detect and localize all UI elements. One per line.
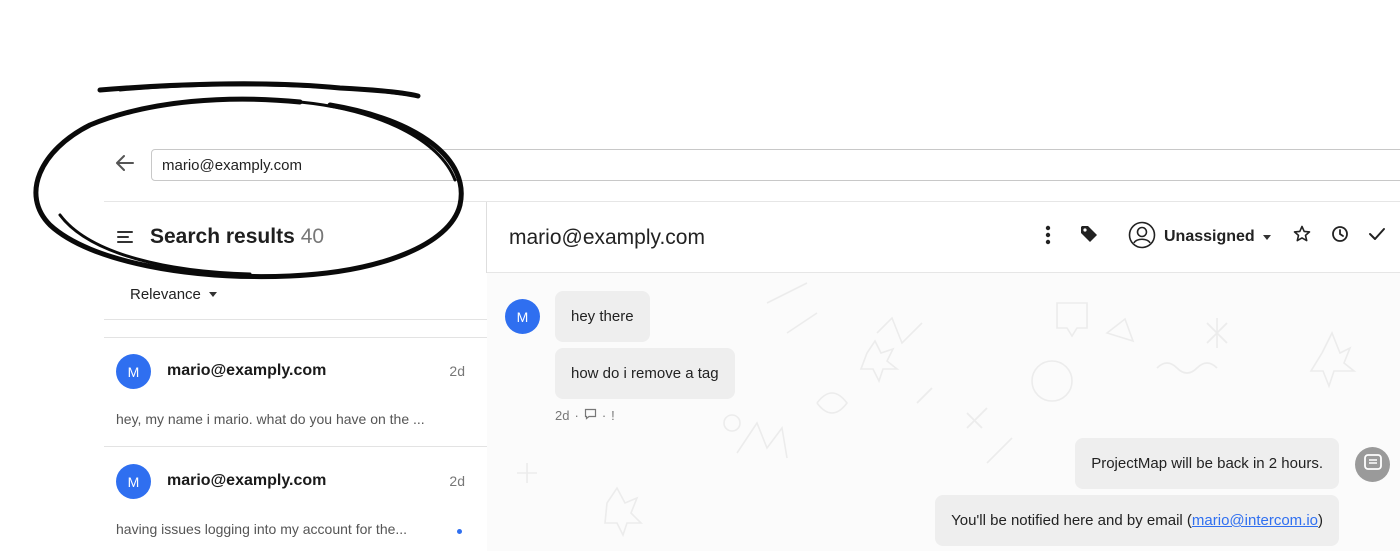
arrow-left-icon (114, 152, 136, 179)
chevron-down-icon (208, 292, 217, 297)
message-bubble-incoming: how do i remove a tag (555, 348, 735, 399)
bot-message-prefix: You'll be notified here and by email ( (951, 512, 1192, 529)
assignee-dropdown[interactable]: Unassigned (1128, 221, 1271, 254)
back-button[interactable] (110, 150, 140, 180)
message-meta: 2d · · ! (555, 408, 615, 423)
search-results-label: Search results (150, 225, 295, 248)
separator-dot: · (601, 408, 607, 423)
snooze-button[interactable] (1330, 225, 1350, 248)
conversation-list-item[interactable]: M mario@examply.com 2d hey, my name i ma… (104, 337, 488, 446)
chat-bot-icon (1363, 452, 1383, 477)
message-flag: ! (611, 408, 615, 423)
message-time: 2d (555, 408, 570, 423)
sort-label: Relevance (130, 286, 201, 303)
tag-button[interactable] (1078, 224, 1100, 248)
star-icon (1293, 225, 1311, 248)
conversation-preview: hey, my name i mario. what do you have o… (116, 411, 425, 427)
message-bubble-bot: ProjectMap will be back in 2 hours. (1075, 438, 1339, 489)
clock-icon (1331, 225, 1349, 248)
conversation-list-item[interactable]: M mario@examply.com 2d having issues log… (104, 447, 488, 556)
search-input[interactable] (151, 149, 1400, 181)
vertical-dots-icon (1045, 225, 1051, 250)
conversation-title: mario@examply.com (509, 226, 705, 249)
bot-message-suffix: ) (1318, 512, 1323, 529)
checkmark-icon (1368, 226, 1386, 247)
divider (104, 319, 488, 320)
unread-dot (457, 529, 462, 534)
avatar: M (116, 464, 151, 499)
conversation-time: 2d (449, 473, 465, 489)
sort-dropdown[interactable]: Relevance (130, 286, 217, 303)
user-circle-icon (1128, 221, 1156, 254)
user-avatar: M (505, 299, 540, 334)
hamburger-menu-icon[interactable] (116, 228, 134, 246)
tag-icon (1079, 224, 1099, 249)
close-conversation-button[interactable] (1366, 226, 1388, 246)
chevron-down-icon (1262, 234, 1271, 240)
message-bubble-incoming: hey there (555, 291, 650, 342)
bot-avatar (1355, 447, 1390, 482)
chat-bubble-icon (584, 408, 597, 423)
conversation-time: 2d (449, 363, 465, 379)
search-results-count: 40 (300, 225, 325, 248)
conversation-email: mario@examply.com (167, 362, 327, 379)
message-bubble-bot: You'll be notified here and by email (ma… (935, 495, 1339, 546)
conversation-preview: having issues logging into my account fo… (116, 521, 408, 537)
search-results-heading: Search results 40 (150, 225, 324, 249)
separator-dot: · (574, 408, 579, 423)
email-link[interactable]: mario@intercom.io (1192, 512, 1318, 529)
avatar: M (116, 354, 151, 389)
conversation-email: mario@examply.com (167, 472, 327, 489)
assignee-label: Unassigned (1164, 228, 1255, 245)
more-options-button[interactable] (1038, 224, 1058, 250)
star-button[interactable] (1292, 225, 1312, 248)
